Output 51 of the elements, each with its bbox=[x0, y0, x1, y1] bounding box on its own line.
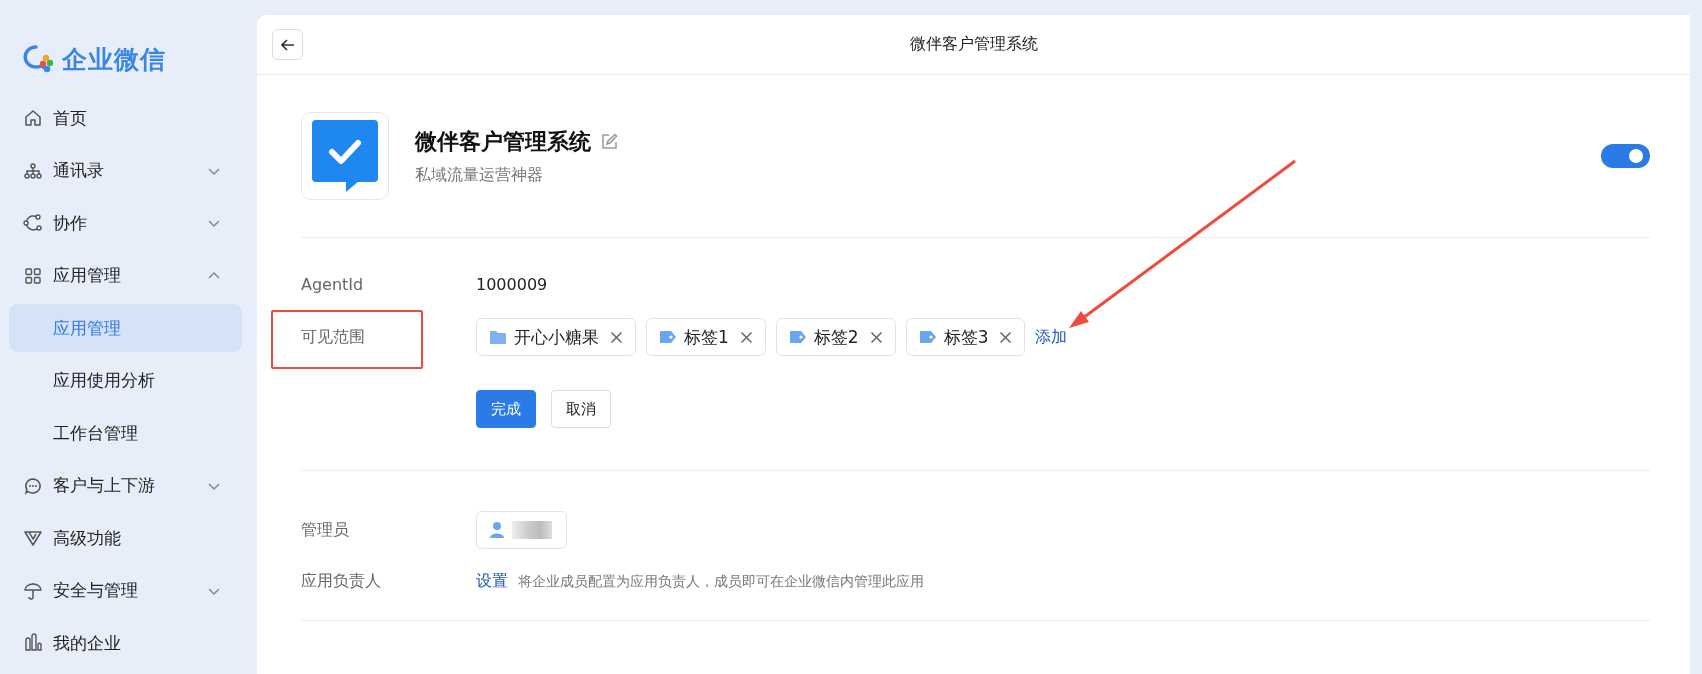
edit-icon[interactable] bbox=[601, 133, 618, 150]
toggle-switch[interactable] bbox=[1601, 144, 1650, 168]
umbrella-icon bbox=[23, 580, 43, 601]
grid-icon bbox=[23, 265, 43, 286]
scope-chip: 标签1 bbox=[646, 318, 766, 356]
close-icon[interactable] bbox=[739, 330, 753, 344]
close-icon[interactable] bbox=[869, 330, 883, 344]
nav-item[interactable]: 客户与上下游 bbox=[9, 461, 242, 510]
vee-icon bbox=[23, 528, 43, 548]
close-icon[interactable] bbox=[999, 330, 1013, 344]
nav-item[interactable]: 安全与管理 bbox=[9, 566, 242, 615]
cancel-button[interactable]: 取消 bbox=[551, 390, 611, 428]
scope-chip: 标签3 bbox=[905, 318, 1026, 356]
redacted-name bbox=[512, 521, 552, 539]
nav-item[interactable]: 应用管理 bbox=[9, 251, 242, 300]
field-label: AgentId bbox=[301, 274, 365, 294]
logo-icon bbox=[22, 44, 56, 74]
org-icon bbox=[23, 160, 43, 181]
field-label: 管理员 bbox=[301, 519, 350, 541]
home-icon bbox=[23, 108, 43, 128]
nav-subitem[interactable]: 工作台管理 bbox=[9, 409, 242, 457]
field-label: 应用负责人 bbox=[301, 571, 382, 592]
logo-text: 企业微信 bbox=[62, 43, 166, 76]
person-icon bbox=[489, 521, 505, 539]
folder-icon bbox=[489, 329, 507, 345]
nav-subitem[interactable]: 应用使用分析 bbox=[9, 356, 242, 405]
close-icon[interactable] bbox=[610, 330, 623, 344]
hint-text: 将企业成员配置为应用负责人，成员即可在企业微信内管理此应用 bbox=[518, 572, 924, 591]
tag-icon bbox=[788, 330, 807, 344]
scope-chip: 开心小糖果 bbox=[476, 318, 636, 356]
bars-icon bbox=[23, 633, 43, 653]
settings-link[interactable]: 设置 bbox=[476, 571, 508, 592]
back-button[interactable] bbox=[272, 29, 303, 60]
tag-icon bbox=[659, 330, 677, 344]
page-title: 微伴客户管理系统 bbox=[909, 34, 1038, 53]
app-subtitle: 私域流量运营神器 bbox=[415, 164, 544, 186]
field-label: 可见范围 bbox=[301, 326, 366, 348]
nav-item[interactable]: 高级功能 bbox=[9, 514, 242, 562]
confirm-button[interactable]: 完成 bbox=[476, 390, 536, 428]
tag-icon bbox=[918, 330, 937, 344]
nav-item[interactable]: 首页 bbox=[9, 94, 242, 142]
nav-item[interactable]: 我的企业 bbox=[9, 619, 242, 667]
scope-chip: 标签2 bbox=[775, 318, 896, 356]
back-arrow-icon bbox=[280, 38, 295, 51]
chat-icon bbox=[23, 475, 43, 496]
agent-id: 1000009 bbox=[476, 274, 548, 294]
nav-item[interactable]: 协作 bbox=[9, 199, 242, 247]
app-name: 微伴客户管理系统 bbox=[415, 127, 591, 156]
collab-icon bbox=[23, 213, 43, 233]
nav-item[interactable]: 通讯录 bbox=[9, 146, 242, 195]
add-link[interactable]: 添加 bbox=[1035, 326, 1068, 348]
